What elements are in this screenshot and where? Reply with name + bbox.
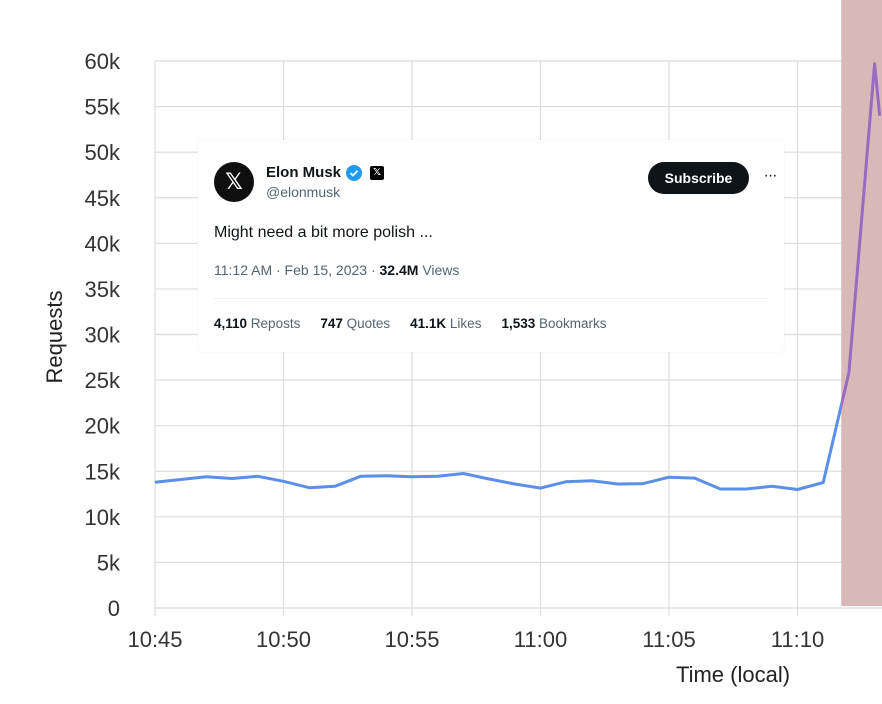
x-tick-label: 10:45 bbox=[127, 627, 182, 652]
y-axis-title: Requests bbox=[42, 291, 67, 384]
subscribe-button[interactable]: Subscribe bbox=[648, 162, 749, 194]
y-tick-labels: 0 5k 10k 15k 20k 25k 30k 35k 40k 45k 50k 55k 60k bbox=[85, 49, 121, 621]
stat-likes[interactable]: 41.1K Likes bbox=[410, 316, 481, 331]
stat-count: 41.1K bbox=[410, 316, 447, 331]
y-tick-label: 45k bbox=[85, 186, 121, 211]
tweet-timestamp[interactable]: 11:12 AM · Feb 15, 2023 · bbox=[214, 262, 380, 278]
avatar[interactable]: 𝕏 bbox=[214, 162, 254, 202]
y-tick-label: 40k bbox=[85, 231, 121, 256]
y-tick-label: 5k bbox=[97, 550, 121, 575]
embedded-tweet-card[interactable]: 𝕏 Elon Musk 𝕏 @elonmusk Subscribe ··· Mi… bbox=[198, 140, 784, 352]
y-tick-label: 60k bbox=[85, 49, 121, 74]
stat-quotes[interactable]: 747 Quotes bbox=[320, 316, 390, 331]
x-tick-labels: 10:45 10:50 10:55 11:00 11:05 11:10 bbox=[127, 627, 824, 652]
stat-label: Quotes bbox=[342, 316, 391, 331]
y-tick-label: 35k bbox=[85, 277, 121, 302]
stat-count: 747 bbox=[320, 316, 343, 331]
stat-count: 1,533 bbox=[501, 316, 536, 331]
x-affiliation-badge-icon: 𝕏 bbox=[370, 165, 385, 180]
y-tick-label: 50k bbox=[85, 140, 121, 165]
stat-bookmarks[interactable]: 1,533 Bookmarks bbox=[501, 316, 606, 331]
x-tick-label: 10:55 bbox=[384, 627, 439, 652]
stat-label: Likes bbox=[446, 316, 482, 331]
y-tick-label: 10k bbox=[85, 505, 121, 530]
x-tick-label: 11:10 bbox=[771, 627, 824, 652]
engagement-stats: 4,110 Reposts 747 Quotes 41.1K Likes 1,5… bbox=[214, 316, 607, 331]
author-handle[interactable]: @elonmusk bbox=[266, 184, 340, 200]
views-label: Views bbox=[418, 262, 460, 278]
verified-check-icon bbox=[346, 164, 363, 181]
x-tick-label: 11:00 bbox=[514, 627, 567, 652]
x-tick-label: 10:50 bbox=[256, 627, 311, 652]
y-tick-label: 55k bbox=[85, 95, 121, 120]
requests-line-chart: 0 5k 10k 15k 20k 25k 30k 35k 40k 45k 50k 55k 60k 10:… bbox=[42, 0, 882, 687]
author-name[interactable]: Elon Musk bbox=[266, 164, 341, 181]
views-count: 32.4M bbox=[379, 262, 419, 278]
x-axis-title: Time (local) bbox=[676, 662, 790, 687]
tweet-meta: 11:12 AM · Feb 15, 2023 · 32.4M Views bbox=[214, 262, 459, 278]
y-tick-label: 15k bbox=[85, 459, 121, 484]
divider bbox=[214, 298, 768, 299]
stat-label: Reposts bbox=[247, 316, 301, 331]
tweet-text: Might need a bit more polish ... bbox=[214, 224, 433, 241]
stat-label: Bookmarks bbox=[535, 316, 607, 331]
stat-reposts[interactable]: 4,110 Reposts bbox=[214, 316, 300, 331]
y-tick-label: 20k bbox=[85, 414, 121, 439]
y-tick-label: 25k bbox=[85, 368, 121, 393]
y-tick-label: 30k bbox=[85, 323, 121, 348]
x-tick-label: 11:05 bbox=[642, 627, 695, 652]
more-options-icon[interactable]: ··· bbox=[760, 166, 780, 186]
stat-count: 4,110 bbox=[214, 316, 248, 331]
author-row: Elon Musk 𝕏 bbox=[266, 164, 385, 181]
y-tick-label: 0 bbox=[108, 596, 120, 621]
